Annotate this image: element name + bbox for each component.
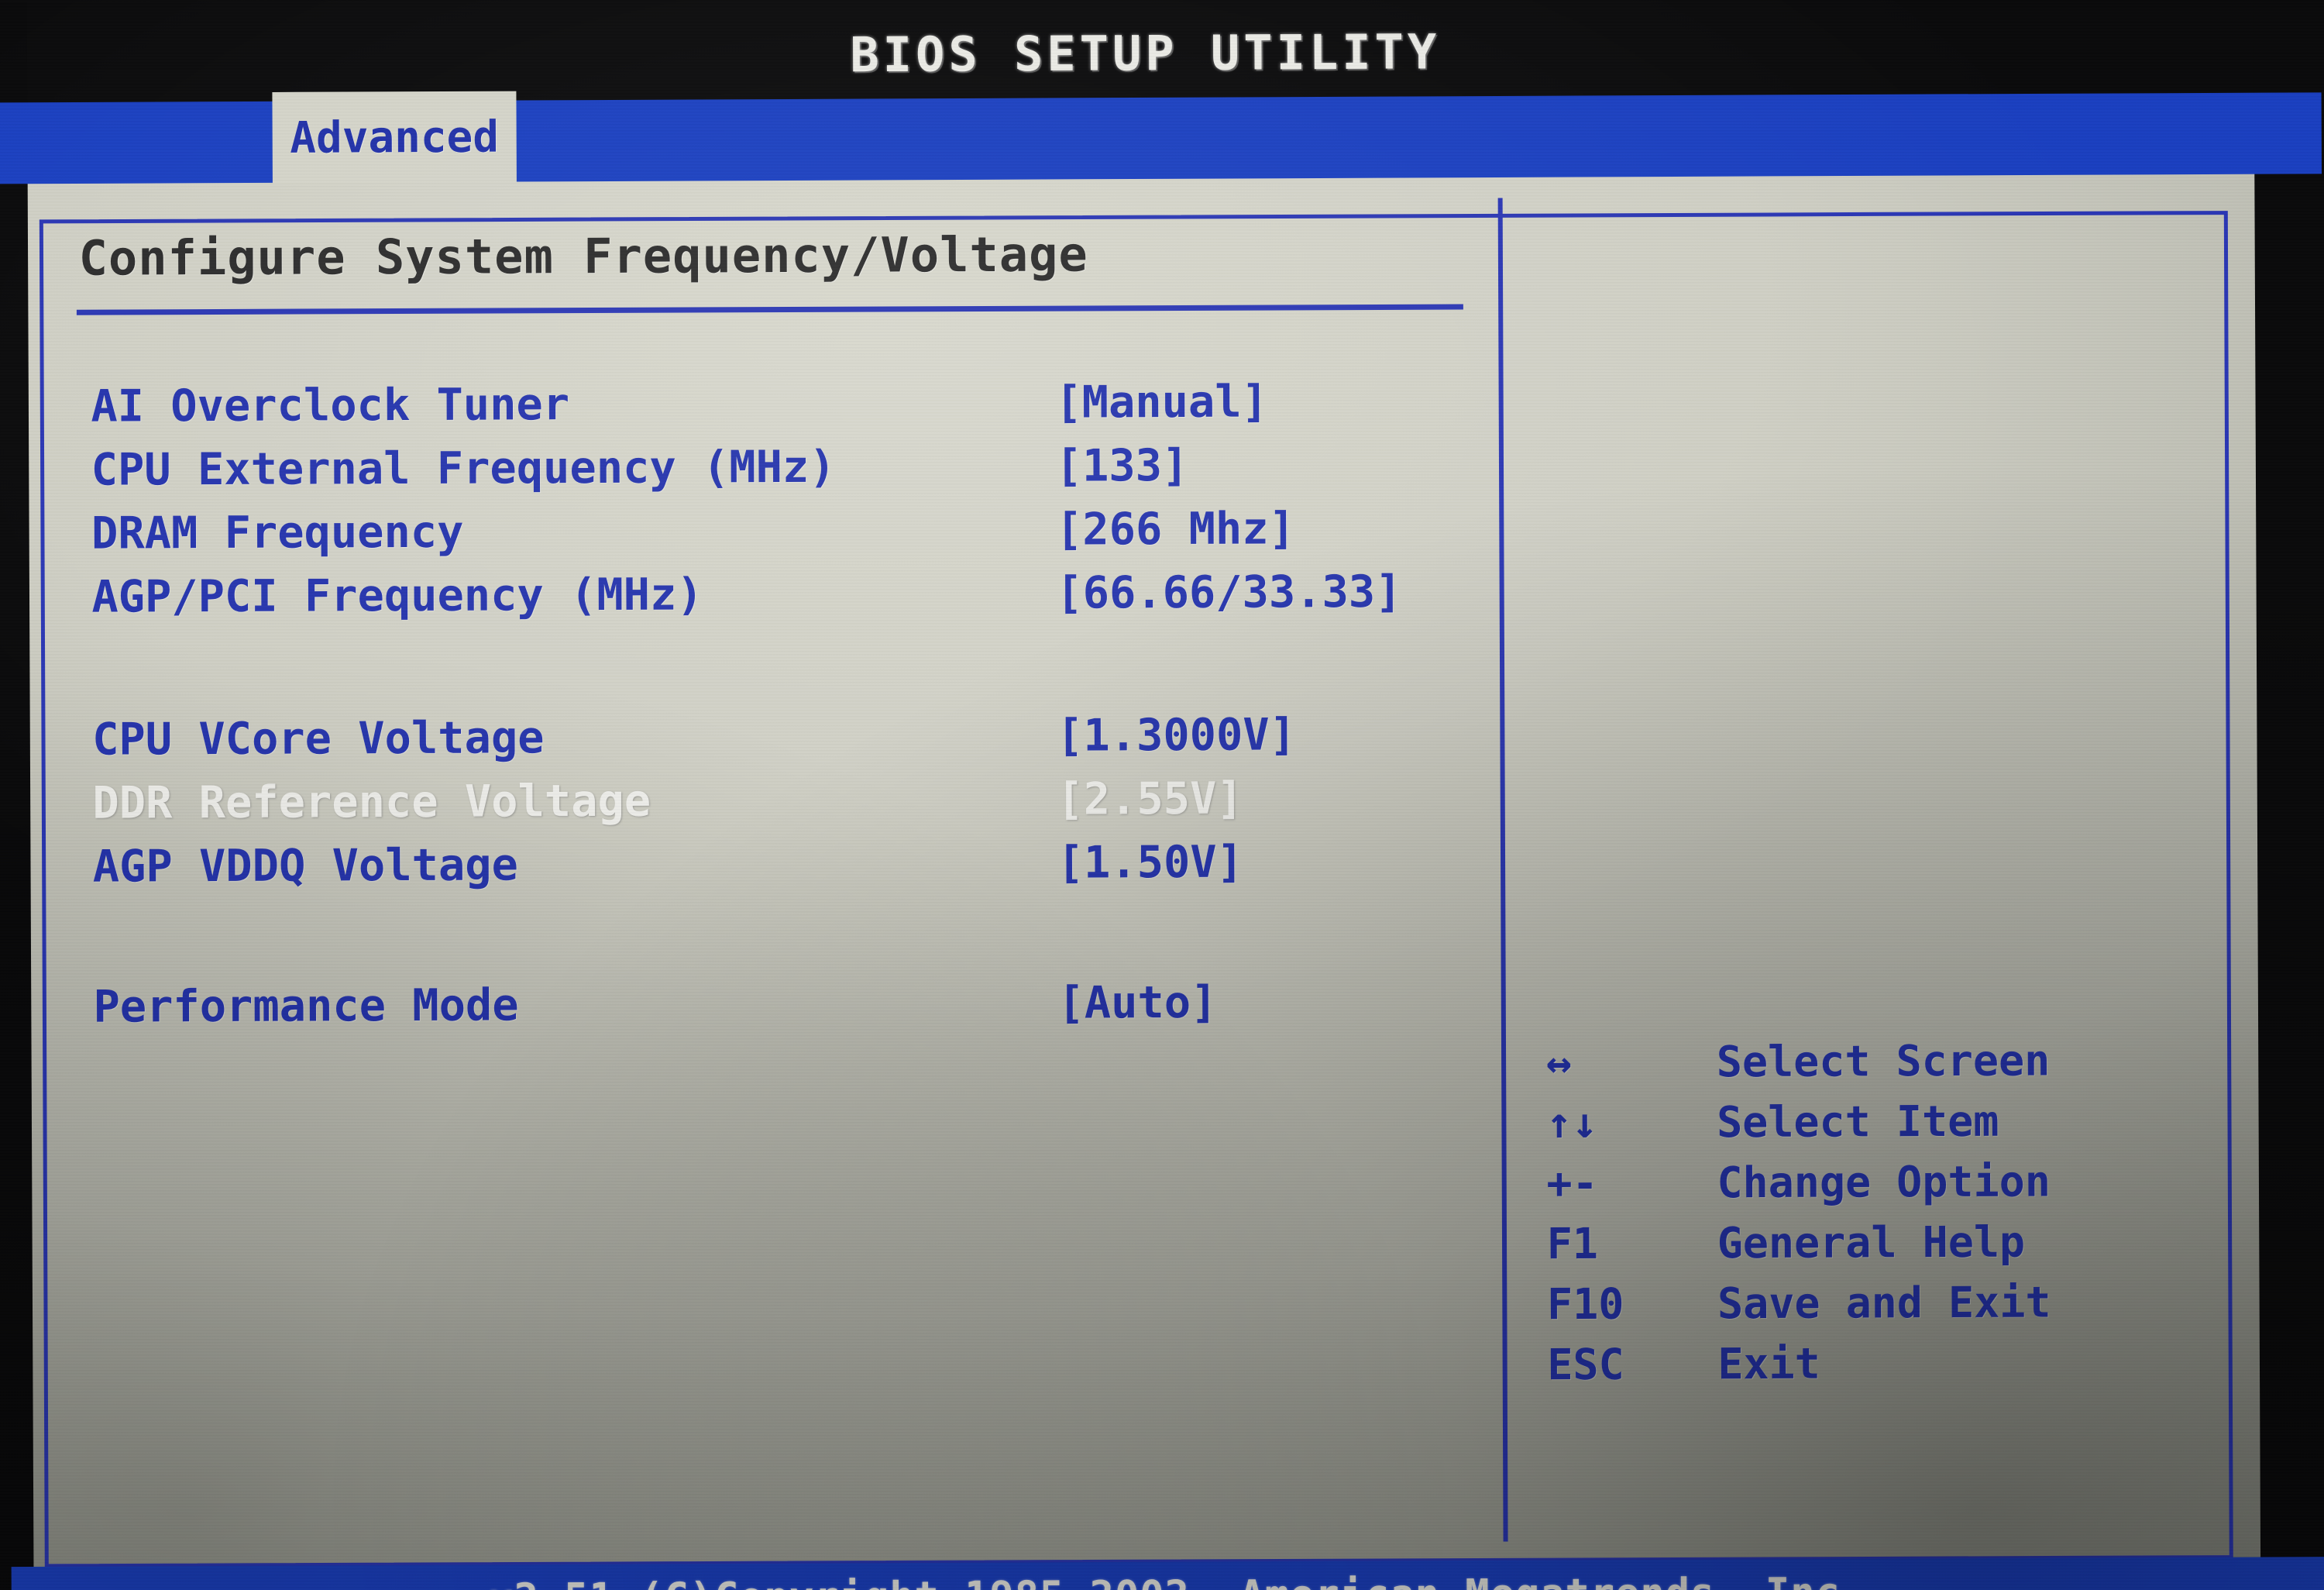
legend-row: ↑↓ Select Item <box>9 1096 1999 1165</box>
setting-label: Performance Mode <box>93 979 519 1033</box>
setting-row[interactable]: AGP VDDQ Voltage [1.50V] <box>8 836 1449 905</box>
legend-description: Select Screen <box>1716 1035 2051 1087</box>
setting-value[interactable]: [2.55V] <box>1057 773 1243 825</box>
setting-label: DDR Reference Voltage <box>92 775 651 829</box>
legend-key: F10 <box>1546 1279 1624 1330</box>
legend-description: General Help <box>1717 1217 2026 1268</box>
crt-photo-frame: BIOS SETUP UTILITY Advanced Configure Sy… <box>0 0 2324 1590</box>
legend-description: Exit <box>1717 1338 1820 1389</box>
setting-value[interactable]: [133] <box>1056 440 1189 492</box>
legend-description: Save and Exit <box>1717 1277 2051 1329</box>
setting-row[interactable]: DRAM Frequency [266 Mhz] <box>6 503 1447 572</box>
legend-row: F1 General Help <box>9 1217 2026 1285</box>
setting-label: CPU External Frequency (MHz) <box>91 441 836 496</box>
legend-key: F1 <box>1546 1218 1599 1269</box>
setting-label: CPU VCore Voltage <box>91 712 545 766</box>
setting-value[interactable]: [Manual] <box>1055 377 1268 428</box>
setting-label: DRAM Frequency <box>91 506 464 559</box>
bios-screen: BIOS SETUP UTILITY Advanced Configure Sy… <box>0 0 2324 1590</box>
setting-label: AGP/PCI Frequency (MHz) <box>91 569 703 623</box>
setting-label: AGP VDDQ Voltage <box>92 839 518 893</box>
legend-key: +- <box>1546 1158 1598 1209</box>
page-title: BIOS SETUP UTILITY <box>850 23 1441 84</box>
legend-description: Change Option <box>1717 1156 2051 1208</box>
setting-value[interactable]: [66.66/33.33] <box>1056 566 1401 619</box>
setting-row[interactable]: DDR Reference Voltage [2.55V] <box>7 773 1448 841</box>
legend-row: +- Change Option <box>9 1156 2051 1225</box>
section-title: Configure System Frequency/Voltage <box>78 225 1088 287</box>
setting-row[interactable]: AI Overclock Tuner [Manual] <box>5 376 1446 445</box>
section-rule <box>76 304 1463 315</box>
setting-row[interactable]: CPU External Frequency (MHz) [133] <box>6 439 1447 508</box>
legend-key: ↑↓ <box>1545 1097 1598 1148</box>
legend-row: ↔ Select Screen <box>9 1035 2051 1104</box>
legend-description: Select Item <box>1716 1096 1999 1148</box>
setting-row[interactable]: AGP/PCI Frequency (MHz) [66.66/33.33] <box>6 566 1447 635</box>
setting-value[interactable]: [1.50V] <box>1057 837 1243 889</box>
setting-value[interactable]: [1.3000V] <box>1057 709 1296 761</box>
legend-row: F10 Save and Exit <box>9 1277 2051 1346</box>
screen-rotation-wrapper: BIOS SETUP UTILITY Advanced Configure Sy… <box>0 0 2324 1590</box>
legend-key: ↔ <box>1545 1037 1573 1088</box>
content-area: Configure System Frequency/Voltage AI Ov… <box>5 39 2292 1590</box>
legend-key: ESC <box>1547 1339 1624 1390</box>
legend-row: ESC Exit <box>9 1339 1820 1406</box>
setting-label: AI Overclock Tuner <box>91 379 570 432</box>
setting-row[interactable]: Performance Mode [Auto] <box>8 976 1449 1045</box>
setting-row[interactable]: CPU VCore Voltage [1.3000V] <box>7 709 1448 778</box>
setting-value[interactable]: [Auto] <box>1057 977 1217 1029</box>
setting-value[interactable]: [266 Mhz] <box>1056 503 1295 555</box>
